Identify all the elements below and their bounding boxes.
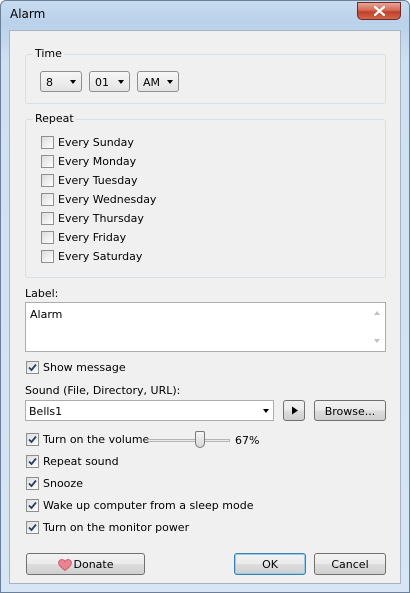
checkbox-label: Every Tuesday <box>58 174 138 187</box>
volume-slider-track[interactable] <box>147 439 230 442</box>
checkbox[interactable] <box>41 136 54 149</box>
repeat-group-label: Repeat <box>33 112 76 125</box>
minute-value: 01 <box>95 76 109 89</box>
checkmark-icon <box>28 435 37 444</box>
browse-button[interactable]: Browse... <box>314 400 386 421</box>
checkbox-label: Wake up computer from a sleep mode <box>43 499 254 512</box>
checkmark-icon <box>28 363 37 372</box>
checkbox[interactable] <box>26 433 39 446</box>
title-bar[interactable]: Alarm <box>1 1 409 27</box>
checkbox[interactable] <box>41 212 54 225</box>
chevron-down-icon <box>167 80 173 84</box>
window-title: Alarm <box>10 7 46 21</box>
checkbox-label: Turn on the volume <box>43 433 150 446</box>
play-button[interactable] <box>283 400 305 421</box>
label-textarea[interactable]: Alarm <box>25 302 386 352</box>
checkmark-icon <box>28 479 37 488</box>
checkmark-icon <box>28 457 37 466</box>
checkbox[interactable] <box>26 361 39 374</box>
sound-value: Bells1 <box>29 405 63 418</box>
checkbox-label: Every Monday <box>58 155 137 168</box>
checkbox[interactable] <box>26 521 39 534</box>
checkbox-label: Snooze <box>43 477 83 490</box>
browse-button-label: Browse... <box>324 405 376 418</box>
checkbox-label: Show message <box>43 361 126 374</box>
cancel-button-label: Cancel <box>331 558 369 571</box>
label-value: Alarm <box>30 308 63 321</box>
volume-slider-thumb[interactable] <box>195 431 205 448</box>
label-scrollbar[interactable] <box>370 303 385 351</box>
checkbox[interactable] <box>41 174 54 187</box>
checkbox-label: Repeat sound <box>43 455 119 468</box>
checkbox[interactable] <box>41 155 54 168</box>
sound-caption: Sound (File, Directory, URL): <box>25 384 181 397</box>
play-icon <box>292 406 298 415</box>
time-group-label: Time <box>33 47 64 60</box>
checkbox[interactable] <box>26 455 39 468</box>
chevron-down-icon[interactable] <box>263 409 269 413</box>
checkbox-label: Every Sunday <box>58 136 134 149</box>
close-icon <box>374 6 385 16</box>
alarm-dialog: Alarm Time 8 01 AM Repeat Every Sunday E… <box>0 0 410 593</box>
checkbox-label: Every Saturday <box>58 250 143 263</box>
sound-combobox[interactable]: Bells1 <box>25 400 274 421</box>
checkmark-icon <box>28 523 37 532</box>
ok-button[interactable]: OK <box>234 553 306 575</box>
hour-select[interactable]: 8 <box>40 71 82 92</box>
minute-select[interactable]: 01 <box>89 71 130 92</box>
ampm-select[interactable]: AM <box>137 71 179 92</box>
cancel-button[interactable]: Cancel <box>314 553 386 575</box>
checkbox-label: Turn on the monitor power <box>43 521 190 534</box>
label-caption: Label: <box>25 287 59 300</box>
checkbox[interactable] <box>41 250 54 263</box>
checkbox[interactable] <box>41 231 54 244</box>
scroll-up-icon[interactable] <box>374 311 380 315</box>
checkbox-label: Every Thursday <box>58 212 144 225</box>
checkbox[interactable] <box>41 193 54 206</box>
checkbox[interactable] <box>26 477 39 490</box>
checkbox[interactable] <box>26 499 39 512</box>
volume-percent: 67% <box>235 434 260 447</box>
scroll-down-icon[interactable] <box>374 339 380 343</box>
close-button[interactable] <box>357 2 401 20</box>
dialog-body: Time 8 01 AM Repeat Every Sunday Every M… <box>9 30 401 584</box>
checkbox-label: Every Wednesday <box>58 193 157 206</box>
ok-button-label: OK <box>262 558 278 571</box>
donate-button-label: Donate <box>73 558 114 571</box>
checkbox-label: Every Friday <box>58 231 127 244</box>
checkmark-icon <box>28 501 37 510</box>
hour-value: 8 <box>46 76 53 89</box>
ampm-value: AM <box>143 76 161 89</box>
chevron-down-icon <box>118 80 124 84</box>
chevron-down-icon <box>70 80 76 84</box>
donate-button[interactable]: Donate <box>26 553 145 575</box>
